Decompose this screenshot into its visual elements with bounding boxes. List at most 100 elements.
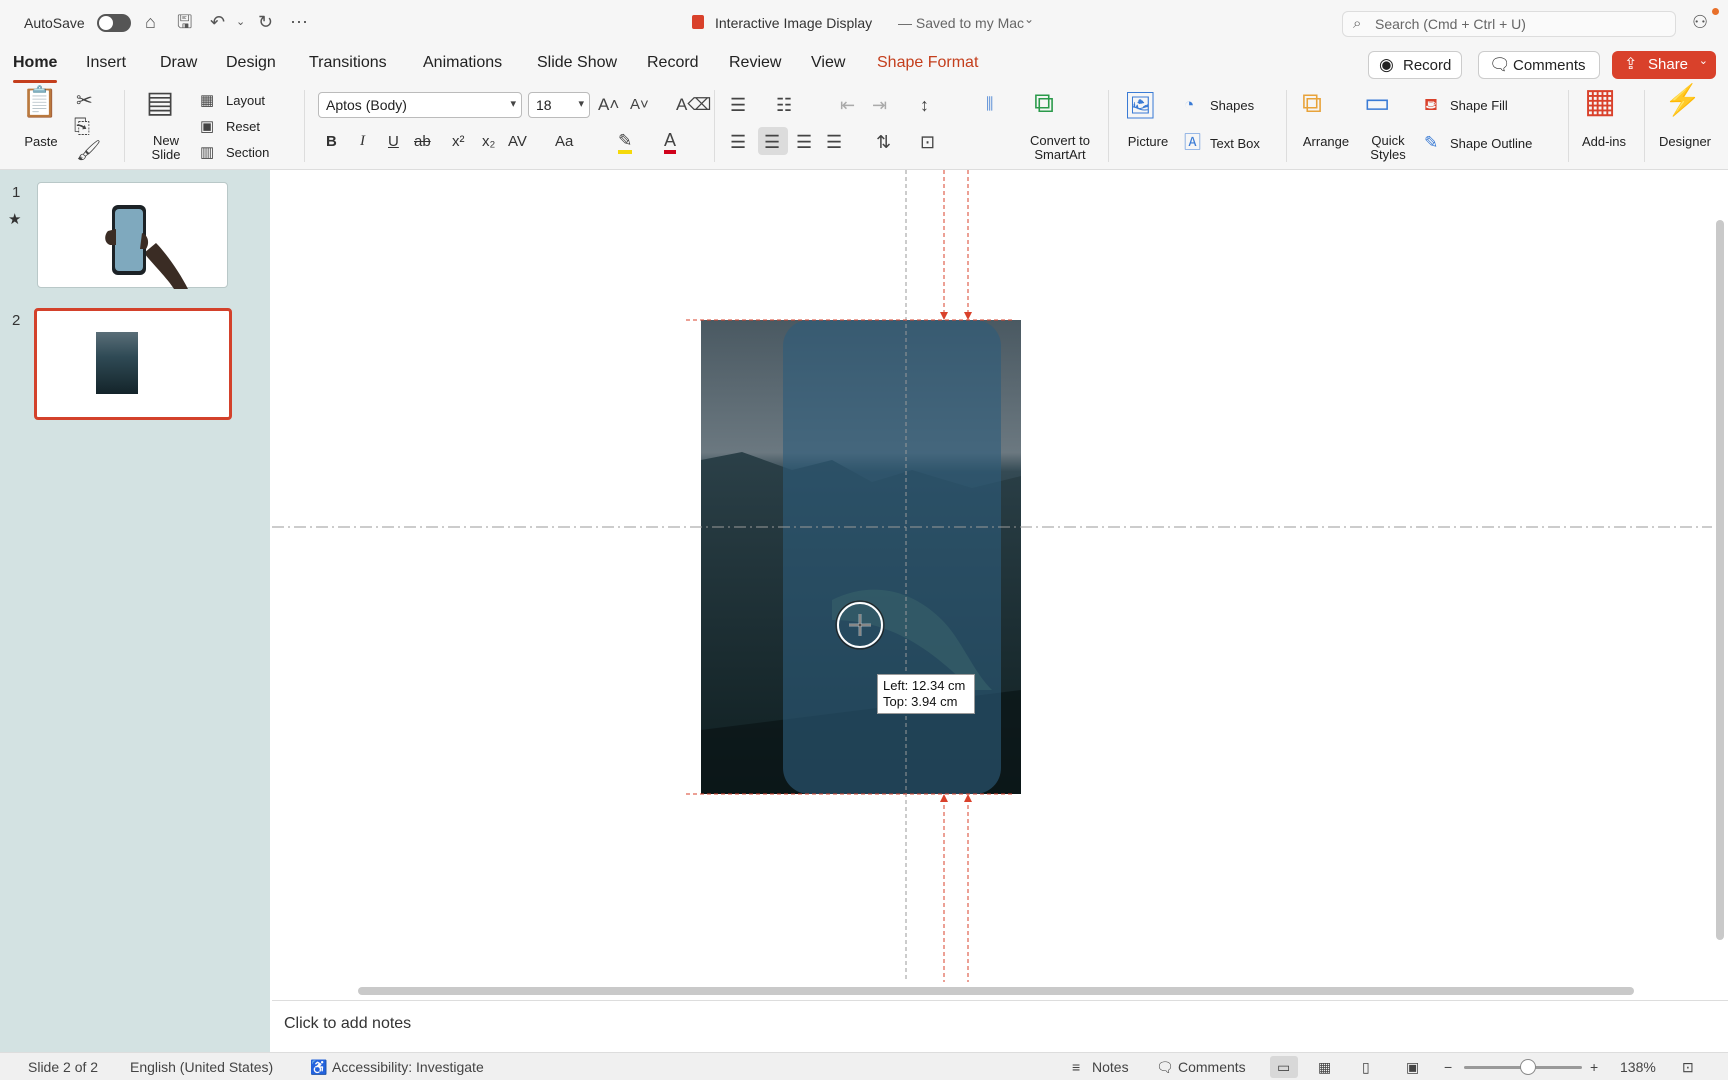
slide-sorter-icon[interactable]: ▦	[1318, 1059, 1331, 1076]
accessibility-status[interactable]: Accessibility: Investigate	[332, 1059, 484, 1075]
layout-icon[interactable]: ▦	[200, 90, 214, 112]
zoom-in-icon[interactable]: +	[1590, 1059, 1598, 1075]
zoom-slider-handle[interactable]	[1520, 1059, 1536, 1075]
picture-icon[interactable]: 🖼	[1124, 92, 1157, 118]
font-size-select[interactable]: 18 ▾	[528, 92, 590, 118]
quick-styles-button[interactable]: Quick Styles	[1360, 134, 1416, 162]
slide-thumbnail-2[interactable]	[34, 308, 232, 420]
clear-formatting-icon[interactable]: A⌫	[676, 94, 711, 116]
character-spacing-button[interactable]: AV	[508, 133, 527, 150]
addins-button[interactable]: Add-ins	[1576, 134, 1632, 149]
strikethrough-button[interactable]: ab	[414, 133, 431, 150]
language-status[interactable]: English (United States)	[130, 1059, 273, 1075]
comments-button[interactable]: 🗨 Comments	[1478, 51, 1600, 79]
text-box-button[interactable]: Text Box	[1210, 136, 1260, 151]
shape-outline-icon[interactable]: ✎	[1424, 132, 1438, 154]
convert-smartart-button[interactable]: Convert to SmartArt	[1020, 134, 1100, 162]
zoom-out-icon[interactable]: −	[1444, 1059, 1452, 1075]
shape-outline-button[interactable]: Shape Outline	[1450, 136, 1532, 151]
new-slide-icon[interactable]: ▤	[140, 88, 180, 118]
subscript-button[interactable]: x₂	[482, 133, 495, 150]
numbering-icon[interactable]: ☷	[776, 94, 792, 116]
section-button[interactable]: Section	[226, 145, 269, 160]
tab-design[interactable]: Design	[226, 54, 276, 72]
share-people-icon[interactable]: ⚇	[1692, 12, 1708, 32]
underline-button[interactable]: U	[388, 133, 399, 150]
more-icon[interactable]: ⋯	[290, 12, 308, 32]
copy-icon[interactable]: ⎘	[74, 116, 90, 138]
normal-view-icon[interactable]: ▭	[1277, 1059, 1290, 1076]
designer-button[interactable]: Designer	[1654, 134, 1716, 149]
picture-button[interactable]: Picture	[1118, 134, 1178, 149]
tab-animations[interactable]: Animations	[423, 54, 502, 72]
designer-icon[interactable]: ⚡	[1664, 86, 1701, 116]
change-case-button[interactable]: Aa	[555, 133, 573, 150]
autosave-toggle[interactable]	[97, 14, 131, 32]
search-input[interactable]: ⌕ Search (Cmd + Ctrl + U)	[1342, 11, 1676, 37]
justify-icon[interactable]: ☰	[826, 131, 842, 153]
decrease-indent-icon[interactable]: ⇤	[840, 94, 855, 116]
quick-styles-icon[interactable]: ▭	[1364, 89, 1390, 117]
notes-pane[interactable]: Click to add notes	[272, 1000, 1728, 1052]
tab-review[interactable]: Review	[729, 54, 781, 72]
shape-fill-icon[interactable]: ⛾	[1424, 94, 1438, 116]
text-box-icon[interactable]: 🄰	[1184, 132, 1201, 154]
rounded-rectangle-shape[interactable]	[783, 320, 1001, 794]
italic-button[interactable]: I	[360, 133, 365, 150]
align-text-icon[interactable]: ⊡	[920, 131, 935, 153]
line-spacing-icon[interactable]: ↕	[920, 94, 929, 116]
comments-toggle[interactable]: Comments	[1178, 1059, 1246, 1075]
shapes-button[interactable]: Shapes	[1210, 98, 1254, 113]
section-icon[interactable]: ▥	[200, 142, 214, 164]
align-right-icon[interactable]: ☰	[796, 131, 812, 153]
slide-canvas[interactable]: Left: 12.34 cm Top: 3.94 cm	[272, 170, 1712, 982]
notes-toggle[interactable]: Notes	[1092, 1059, 1129, 1075]
format-painter-icon[interactable]: 🖌	[76, 140, 101, 162]
tab-record[interactable]: Record	[647, 54, 699, 72]
addins-icon[interactable]: ▦	[1584, 84, 1616, 118]
tab-slide-show[interactable]: Slide Show	[537, 54, 617, 72]
slide-thumbnail-1[interactable]	[37, 182, 228, 289]
save-icon[interactable]: 🖫	[177, 12, 192, 32]
chevron-down-icon[interactable]: ⌄	[1024, 12, 1034, 26]
tab-shape-format[interactable]: Shape Format	[877, 54, 978, 72]
tab-transitions[interactable]: Transitions	[309, 54, 387, 72]
arrange-icon[interactable]: ⧉	[1302, 89, 1322, 117]
tab-insert[interactable]: Insert	[86, 54, 126, 72]
font-name-select[interactable]: Aptos (Body) ▾	[318, 92, 522, 118]
undo-icon[interactable]: ↶	[210, 12, 225, 32]
tab-view[interactable]: View	[811, 54, 845, 72]
columns-icon[interactable]: ⫼	[986, 94, 993, 116]
increase-indent-icon[interactable]: ⇥	[872, 94, 887, 116]
zoom-level[interactable]: 138%	[1620, 1059, 1656, 1075]
highlight-icon[interactable]: ✎	[618, 132, 633, 154]
home-icon[interactable]: ⌂	[145, 12, 156, 32]
layout-button[interactable]: Layout	[226, 93, 265, 108]
bold-button[interactable]: B	[326, 133, 337, 150]
align-left-icon[interactable]: ☰	[730, 131, 746, 153]
paste-label[interactable]: Paste	[20, 134, 62, 149]
undo-dropdown-icon[interactable]: ⌄	[236, 12, 245, 32]
tab-home[interactable]: Home	[13, 54, 58, 83]
paste-icon[interactable]: 📋	[20, 88, 60, 118]
reading-view-icon[interactable]: ▯	[1362, 1059, 1370, 1076]
font-color-icon[interactable]: A	[664, 130, 677, 154]
record-button[interactable]: ◉ Record	[1368, 51, 1462, 79]
shape-fill-button[interactable]: Shape Fill	[1450, 98, 1508, 113]
decrease-font-icon[interactable]: A˅	[630, 94, 649, 116]
share-button[interactable]: ⇪ Share ⌄	[1612, 51, 1716, 79]
bullets-icon[interactable]: ☰	[730, 94, 746, 116]
horizontal-scrollbar[interactable]	[358, 987, 1634, 995]
text-direction-icon[interactable]: ⇅	[876, 131, 891, 153]
vertical-scrollbar[interactable]	[1716, 220, 1724, 940]
reset-button[interactable]: Reset	[226, 119, 260, 134]
superscript-button[interactable]: x²	[452, 133, 465, 150]
shapes-icon[interactable]: ◔	[1184, 94, 1194, 116]
fit-to-window-icon[interactable]: ⊡	[1682, 1059, 1694, 1076]
smartart-icon[interactable]: ⧉	[1034, 89, 1054, 117]
redo-icon[interactable]: ↻	[258, 12, 273, 32]
slideshow-view-icon[interactable]: ▣	[1406, 1059, 1419, 1076]
align-center-icon[interactable]: ☰	[764, 131, 780, 153]
cut-icon[interactable]: ✂	[76, 90, 93, 112]
saved-status[interactable]: — Saved to my Mac	[898, 15, 1024, 31]
